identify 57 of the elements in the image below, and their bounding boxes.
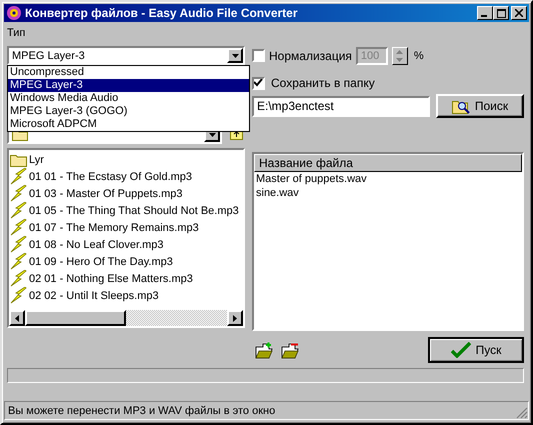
- browser-item[interactable]: 01 09 - Hero Of The Day.mp3: [9, 253, 243, 270]
- status-text: Вы можете перенести MP3 и WAV файлы в это окно: [8, 404, 276, 416]
- column-header[interactable]: Название файла: [254, 154, 522, 172]
- dropdown-option[interactable]: Microsoft ADPCM: [8, 118, 249, 131]
- scroll-thumb[interactable]: [25, 310, 126, 326]
- minimize-button[interactable]: [477, 6, 493, 20]
- save-to-folder-checkbox[interactable]: [252, 76, 265, 90]
- lightning-icon: [10, 168, 27, 185]
- browse-button[interactable]: Поиск: [436, 94, 524, 118]
- lightning-icon: [10, 236, 27, 253]
- browser-item[interactable]: 01 01 - The Ecstasy Of Gold.mp3: [9, 168, 243, 185]
- lightning-icon: [10, 253, 27, 270]
- dropdown-option[interactable]: Windows Media Audio: [8, 92, 249, 105]
- browser-item[interactable]: 01 07 - The Memory Remains.mp3: [9, 219, 243, 236]
- checkmark-icon: [450, 342, 471, 358]
- resize-grip-icon[interactable]: [516, 407, 528, 419]
- maximize-button[interactable]: [493, 6, 509, 20]
- browser-item[interactable]: Lyr: [9, 151, 243, 168]
- close-icon: [515, 9, 523, 17]
- lightning-icon: [10, 270, 27, 287]
- table-cell[interactable]: sine.wav: [254, 187, 522, 200]
- percent-label: %: [414, 50, 424, 62]
- browser-item[interactable]: 01 08 - No Leaf Clover.mp3: [9, 236, 243, 253]
- type-label: Тип: [7, 26, 26, 40]
- remove-folder-icon: [281, 342, 299, 358]
- browser-item[interactable]: 02 02 - Until It Sleeps.mp3: [9, 287, 243, 304]
- normalize-label: Нормализация: [269, 48, 352, 62]
- add-folder-icon: [255, 342, 273, 358]
- lightning-icon: [10, 185, 27, 202]
- spin-up-icon: [396, 50, 404, 54]
- start-button[interactable]: Пуск: [428, 337, 524, 363]
- browser-item[interactable]: 01 03 - Master Of Puppets.mp3: [9, 185, 243, 202]
- browser-item[interactable]: 02 01 - Nothing Else Matters.mp3: [9, 270, 243, 287]
- dropdown-option[interactable]: MPEG Layer-3: [8, 79, 249, 92]
- folder-search-icon: [452, 98, 470, 114]
- disc-icon: [6, 5, 22, 21]
- dropdown-option[interactable]: Uncompressed: [8, 66, 249, 79]
- table-cell[interactable]: Master of puppets.wav: [254, 173, 522, 186]
- lightning-icon: [10, 287, 27, 304]
- save-to-folder-label: Сохранить в папку: [271, 76, 375, 90]
- folder-icon: [10, 152, 27, 166]
- browser-item[interactable]: 01 05 - The Thing That Should Not Be.mp3: [9, 202, 243, 219]
- scroll-left-icon: [15, 314, 19, 322]
- dropdown-option[interactable]: MPEG Layer-3 (GOGO): [8, 105, 249, 118]
- close-button[interactable]: [511, 6, 527, 20]
- checkmark-icon: [254, 79, 263, 87]
- window-title: Конвертер файлов - Easy Audio File Converter: [25, 6, 298, 20]
- spin-down-icon: [396, 58, 404, 62]
- folder-path-field[interactable]: E:\mp3enctest: [252, 96, 430, 116]
- lightning-icon: [10, 202, 27, 219]
- horizontal-scrollbar[interactable]: [9, 310, 243, 326]
- spin-buttons[interactable]: [392, 46, 408, 64]
- lightning-icon: [10, 219, 27, 236]
- type-dropdown[interactable]: MPEG Layer-3: [7, 46, 245, 65]
- maximize-icon: [496, 8, 506, 18]
- dropdown-arrow-icon: [232, 54, 238, 58]
- scroll-right-icon: [233, 314, 237, 322]
